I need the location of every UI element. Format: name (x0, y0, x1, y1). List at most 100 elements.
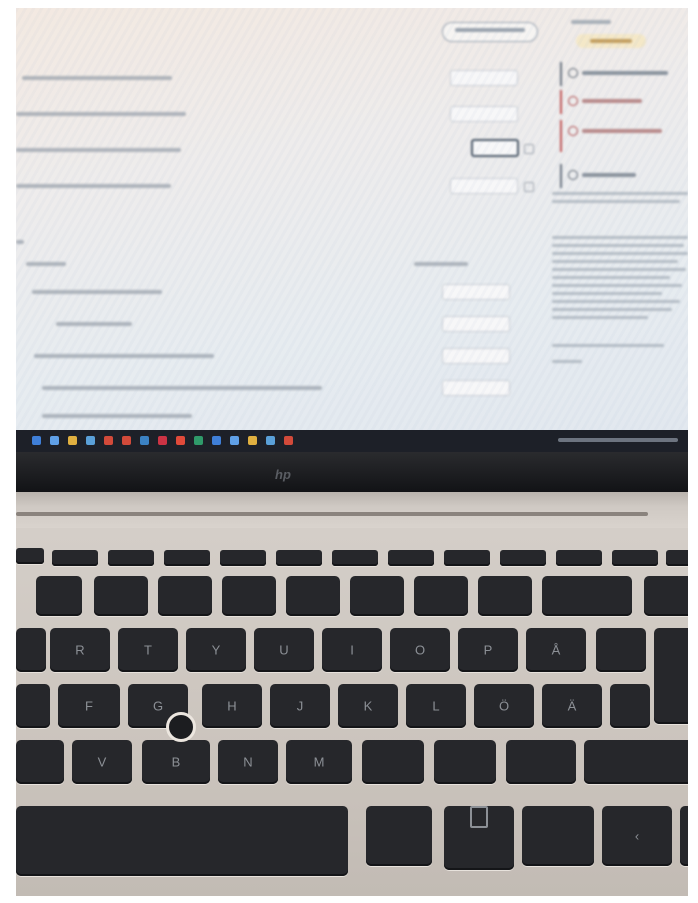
key-b[interactable]: B (142, 740, 210, 784)
sidebar-item[interactable] (560, 90, 688, 114)
key-fn[interactable] (666, 550, 688, 566)
key-v[interactable]: V (72, 740, 132, 784)
key-r[interactable]: R (50, 628, 110, 672)
key-number[interactable] (478, 576, 532, 616)
table-row-select[interactable] (442, 348, 510, 364)
key-alt-gr[interactable] (366, 806, 432, 866)
key-backspace[interactable] (542, 576, 632, 616)
key-comma[interactable] (362, 740, 424, 784)
key-fn[interactable] (556, 550, 602, 566)
windows-taskbar (16, 430, 688, 452)
key-fn[interactable] (108, 550, 154, 566)
key-fn[interactable] (332, 550, 378, 566)
key-number[interactable] (644, 576, 688, 616)
key-o[interactable]: O (390, 628, 450, 672)
key-fn[interactable] (612, 550, 658, 566)
key-enter[interactable] (654, 628, 688, 724)
key-fn[interactable] (220, 550, 266, 566)
key-tab[interactable] (16, 628, 46, 672)
laptop-hinge (16, 492, 688, 528)
key-number[interactable] (286, 576, 340, 616)
key-number[interactable] (158, 576, 212, 616)
key-menu[interactable] (444, 806, 514, 870)
form-row-select[interactable] (450, 178, 518, 194)
key-j[interactable]: J (270, 684, 330, 728)
key-t[interactable]: T (118, 628, 178, 672)
sidebar-item[interactable] (560, 120, 688, 152)
key-number[interactable] (350, 576, 404, 616)
form-row-checkbox[interactable] (524, 182, 534, 192)
key-arrow-left[interactable]: ‹ (602, 806, 672, 866)
key-fn[interactable] (276, 550, 322, 566)
key-k[interactable]: K (338, 684, 398, 728)
table-row-label (32, 290, 162, 294)
form-row-select[interactable] (450, 106, 518, 122)
key-fn[interactable] (388, 550, 434, 566)
key-ctrl-right[interactable] (522, 806, 594, 866)
taskbar-icon[interactable] (212, 436, 221, 445)
taskbar-icon[interactable] (158, 436, 167, 445)
key-fn[interactable] (444, 550, 490, 566)
table-header (26, 262, 66, 266)
form-row-select[interactable] (450, 70, 518, 86)
key-fn[interactable] (500, 550, 546, 566)
key-fn[interactable] (52, 550, 98, 566)
key-h[interactable]: H (202, 684, 262, 728)
taskbar-icon[interactable] (50, 436, 59, 445)
taskbar-icon[interactable] (266, 436, 275, 445)
sidebar-item[interactable] (560, 164, 688, 188)
pointing-stick[interactable] (166, 712, 196, 742)
status-pill[interactable] (576, 34, 646, 48)
key-apostrophe[interactable] (610, 684, 650, 728)
taskbar-icon[interactable] (140, 436, 149, 445)
taskbar-icon[interactable] (86, 436, 95, 445)
key-i[interactable]: I (322, 628, 382, 672)
taskbar-icon[interactable] (230, 436, 239, 445)
key-o-umlaut[interactable]: Ö (474, 684, 534, 728)
key-l[interactable]: L (406, 684, 466, 728)
key-p[interactable]: P (458, 628, 518, 672)
key-fn[interactable] (16, 548, 44, 564)
key-number[interactable] (36, 576, 82, 616)
taskbar-icon[interactable] (176, 436, 185, 445)
key-shift-left[interactable] (16, 740, 64, 784)
key-u[interactable]: U (254, 628, 314, 672)
key-number[interactable] (222, 576, 276, 616)
sidebar-text-line (552, 192, 688, 195)
form-row-checkbox[interactable] (524, 144, 534, 154)
key-period[interactable] (434, 740, 496, 784)
key-y[interactable]: Y (186, 628, 246, 672)
taskbar-icon[interactable] (248, 436, 257, 445)
key-space[interactable] (16, 806, 348, 876)
taskbar-icon[interactable] (104, 436, 113, 445)
key-a-umlaut[interactable]: Ä (542, 684, 602, 728)
key-fn[interactable] (164, 550, 210, 566)
key-diaeresis[interactable] (596, 628, 646, 672)
key-n[interactable]: N (218, 740, 278, 784)
key-dash[interactable] (506, 740, 576, 784)
key-caps[interactable] (16, 684, 50, 728)
table-row-select[interactable] (442, 284, 510, 300)
sidebar-text-line (552, 244, 684, 247)
table-row-select[interactable] (442, 380, 510, 396)
key-shift-right[interactable] (584, 740, 688, 784)
taskbar-icon[interactable] (122, 436, 131, 445)
key-number[interactable] (94, 576, 148, 616)
key-a-ring[interactable]: Å (526, 628, 586, 672)
taskbar-icon[interactable] (32, 436, 41, 445)
table-row-label (42, 414, 192, 418)
table-row-select[interactable] (442, 316, 510, 332)
key-arrow-edge[interactable] (680, 806, 688, 866)
key-m[interactable]: M (286, 740, 352, 784)
form-row-select-focused[interactable] (471, 139, 519, 157)
taskbar-icon[interactable] (68, 436, 77, 445)
taskbar-icon[interactable] (284, 436, 293, 445)
taskbar-icon[interactable] (194, 436, 203, 445)
key-number[interactable] (414, 576, 468, 616)
sidebar-link[interactable] (552, 360, 582, 363)
key-f[interactable]: F (58, 684, 120, 728)
sidebar-item[interactable] (560, 62, 688, 86)
form-row-label (16, 148, 181, 152)
system-tray[interactable] (558, 438, 678, 442)
screen-top-button[interactable] (442, 22, 538, 42)
